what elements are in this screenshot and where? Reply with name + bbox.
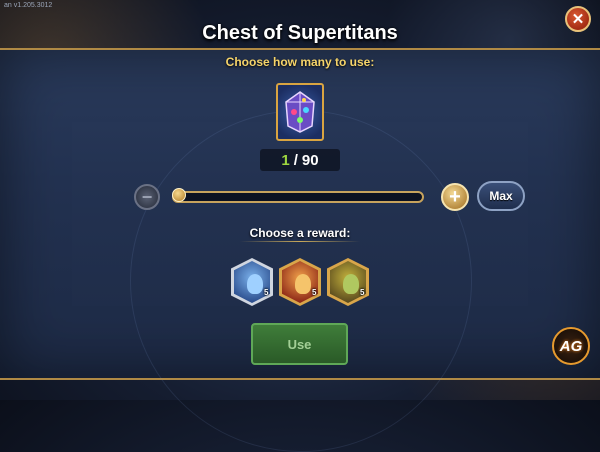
decrease-button[interactable]: − [134, 184, 160, 210]
close-icon: ✕ [571, 11, 585, 28]
quantity-current: 1 [281, 151, 290, 169]
quantity-counter: 1 / 90 [260, 149, 340, 171]
quantity-slider[interactable] [172, 191, 424, 203]
titan-portrait [343, 274, 359, 294]
titan-portrait [247, 274, 263, 294]
reward-divider [240, 241, 360, 242]
version-label: an v1.205.3012 [4, 2, 53, 9]
increase-button[interactable]: + [441, 183, 469, 211]
title-wrap: Chest of Supertitans [150, 16, 450, 50]
reward-1-stars: 5 [264, 288, 269, 297]
quantity-max: 90 [301, 151, 319, 169]
reward-3-stars: 5 [360, 288, 365, 297]
choose-reward-label: Choose a reward: [249, 226, 351, 240]
reward-2-stars: 5 [312, 288, 317, 297]
chest-item-slot [276, 83, 324, 141]
use-button[interactable]: Use [251, 323, 348, 365]
max-button[interactable]: Max [477, 181, 525, 211]
close-button[interactable]: ✕ [565, 6, 591, 32]
choose-quantity-label: Choose how many to use: [225, 55, 375, 69]
titan-portrait [295, 274, 311, 294]
slider-thumb[interactable] [172, 188, 186, 202]
ag-logo: AG [552, 327, 590, 365]
minus-icon: − [141, 186, 153, 207]
plus-icon: + [449, 185, 461, 208]
chest-of-supertitans-icon [285, 91, 315, 133]
quantity-separator: / [293, 151, 298, 169]
dialog-title: Chest of Supertitans [202, 21, 398, 44]
